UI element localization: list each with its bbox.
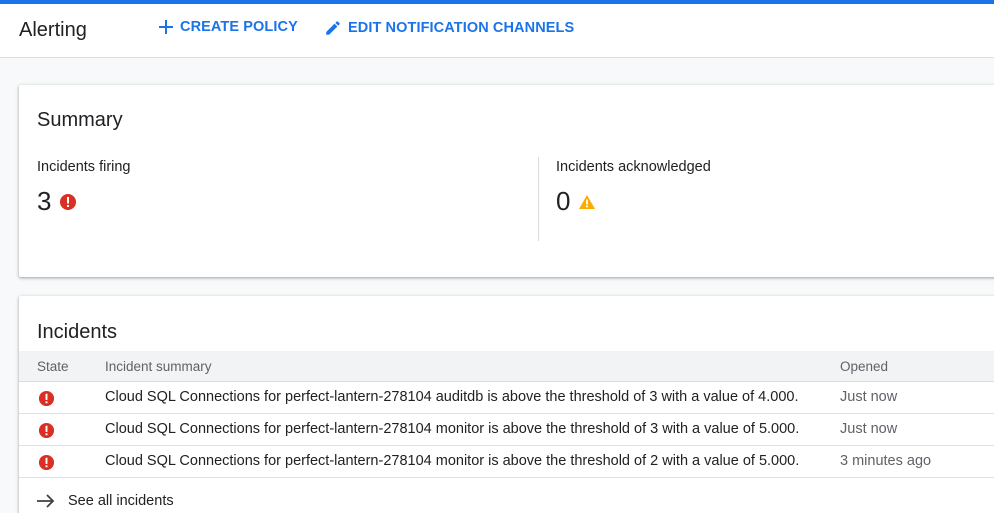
incidents-table: State Incident summary Opened Cloud SQL … xyxy=(19,351,994,478)
edit-notification-channels-label: EDIT NOTIFICATION CHANNELS xyxy=(348,20,575,36)
incident-summary-link[interactable]: Cloud SQL Connections for perfect-lanter… xyxy=(105,389,799,405)
pencil-icon xyxy=(326,21,340,35)
column-header-state[interactable]: State xyxy=(37,359,69,374)
create-policy-label: CREATE POLICY xyxy=(180,19,298,35)
incident-summary-link[interactable]: Cloud SQL Connections for perfect-lanter… xyxy=(105,421,799,437)
incidents-firing-label: Incidents firing xyxy=(37,159,131,175)
see-all-incidents-label: See all incidents xyxy=(68,493,174,509)
incidents-card: Incidents State Incident summary Opened … xyxy=(19,296,994,513)
table-row[interactable]: Cloud SQL Connections for perfect-lanter… xyxy=(19,446,994,478)
table-row[interactable]: Cloud SQL Connections for perfect-lanter… xyxy=(19,382,994,414)
table-header: State Incident summary Opened xyxy=(19,351,994,382)
incidents-acknowledged-value: 0 xyxy=(556,186,596,217)
warning-icon xyxy=(579,194,596,209)
error-icon xyxy=(38,422,55,443)
incidents-title: Incidents xyxy=(37,321,118,343)
incidents-acknowledged-count: 0 xyxy=(556,186,571,216)
error-icon xyxy=(38,454,55,475)
incident-opened: 3 minutes ago xyxy=(840,453,932,469)
incidents-firing-value: 3 xyxy=(37,186,77,217)
incident-opened: Just now xyxy=(840,421,898,437)
error-icon xyxy=(38,390,55,411)
summary-divider xyxy=(538,157,539,241)
incidents-acknowledged-label: Incidents acknowledged xyxy=(556,159,711,175)
arrow-right-icon xyxy=(37,494,55,508)
create-policy-button[interactable]: CREATE POLICY xyxy=(158,19,298,35)
column-header-summary[interactable]: Incident summary xyxy=(105,359,212,374)
page-header: Alerting CREATE POLICY EDIT NOTIFICATION… xyxy=(0,4,994,58)
see-all-incidents-link[interactable]: See all incidents xyxy=(36,493,174,509)
page-title: Alerting xyxy=(19,19,87,41)
plus-icon xyxy=(159,20,173,34)
main-content: Summary Incidents firing 3 Incidents ack… xyxy=(0,58,994,513)
incidents-firing-count: 3 xyxy=(37,186,52,216)
table-row[interactable]: Cloud SQL Connections for perfect-lanter… xyxy=(19,414,994,446)
summary-title: Summary xyxy=(37,109,123,131)
incident-opened: Just now xyxy=(840,389,898,405)
error-icon xyxy=(60,193,77,210)
summary-card: Summary Incidents firing 3 Incidents ack… xyxy=(19,85,994,277)
incident-summary-link[interactable]: Cloud SQL Connections for perfect-lanter… xyxy=(105,453,799,469)
column-header-opened[interactable]: Opened xyxy=(840,359,888,374)
edit-notification-channels-button[interactable]: EDIT NOTIFICATION CHANNELS xyxy=(324,19,574,37)
